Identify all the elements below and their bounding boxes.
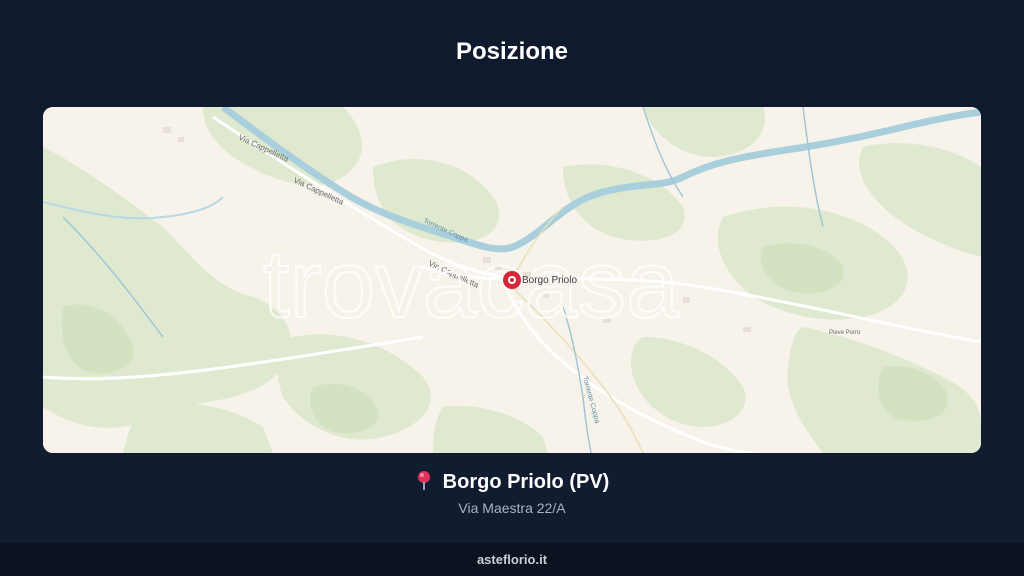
map-canvas: Via Cappelletta Via Cappelletta Via Capp… [43, 107, 981, 453]
location-name: Borgo Priolo (PV) [442, 471, 610, 493]
marker-label: Borgo Priolo [522, 275, 577, 286]
footer: asteflorio.it [0, 543, 1024, 576]
map-pin-icon [415, 470, 433, 496]
location-address: Via Maestra 22/A [458, 500, 566, 516]
location-map[interactable]: Via Cappelletta Via Cappelletta Via Capp… [43, 107, 981, 453]
location-marker-icon[interactable] [503, 271, 521, 289]
page-title: Posizione [455, 38, 569, 65]
site-link[interactable]: asteflorio.it [477, 552, 547, 567]
village-label: Pieve Porro [829, 330, 861, 336]
location-heading: Borgo Priolo (PV) [0, 470, 1024, 496]
watermark-logo: trovacasa [263, 231, 680, 338]
